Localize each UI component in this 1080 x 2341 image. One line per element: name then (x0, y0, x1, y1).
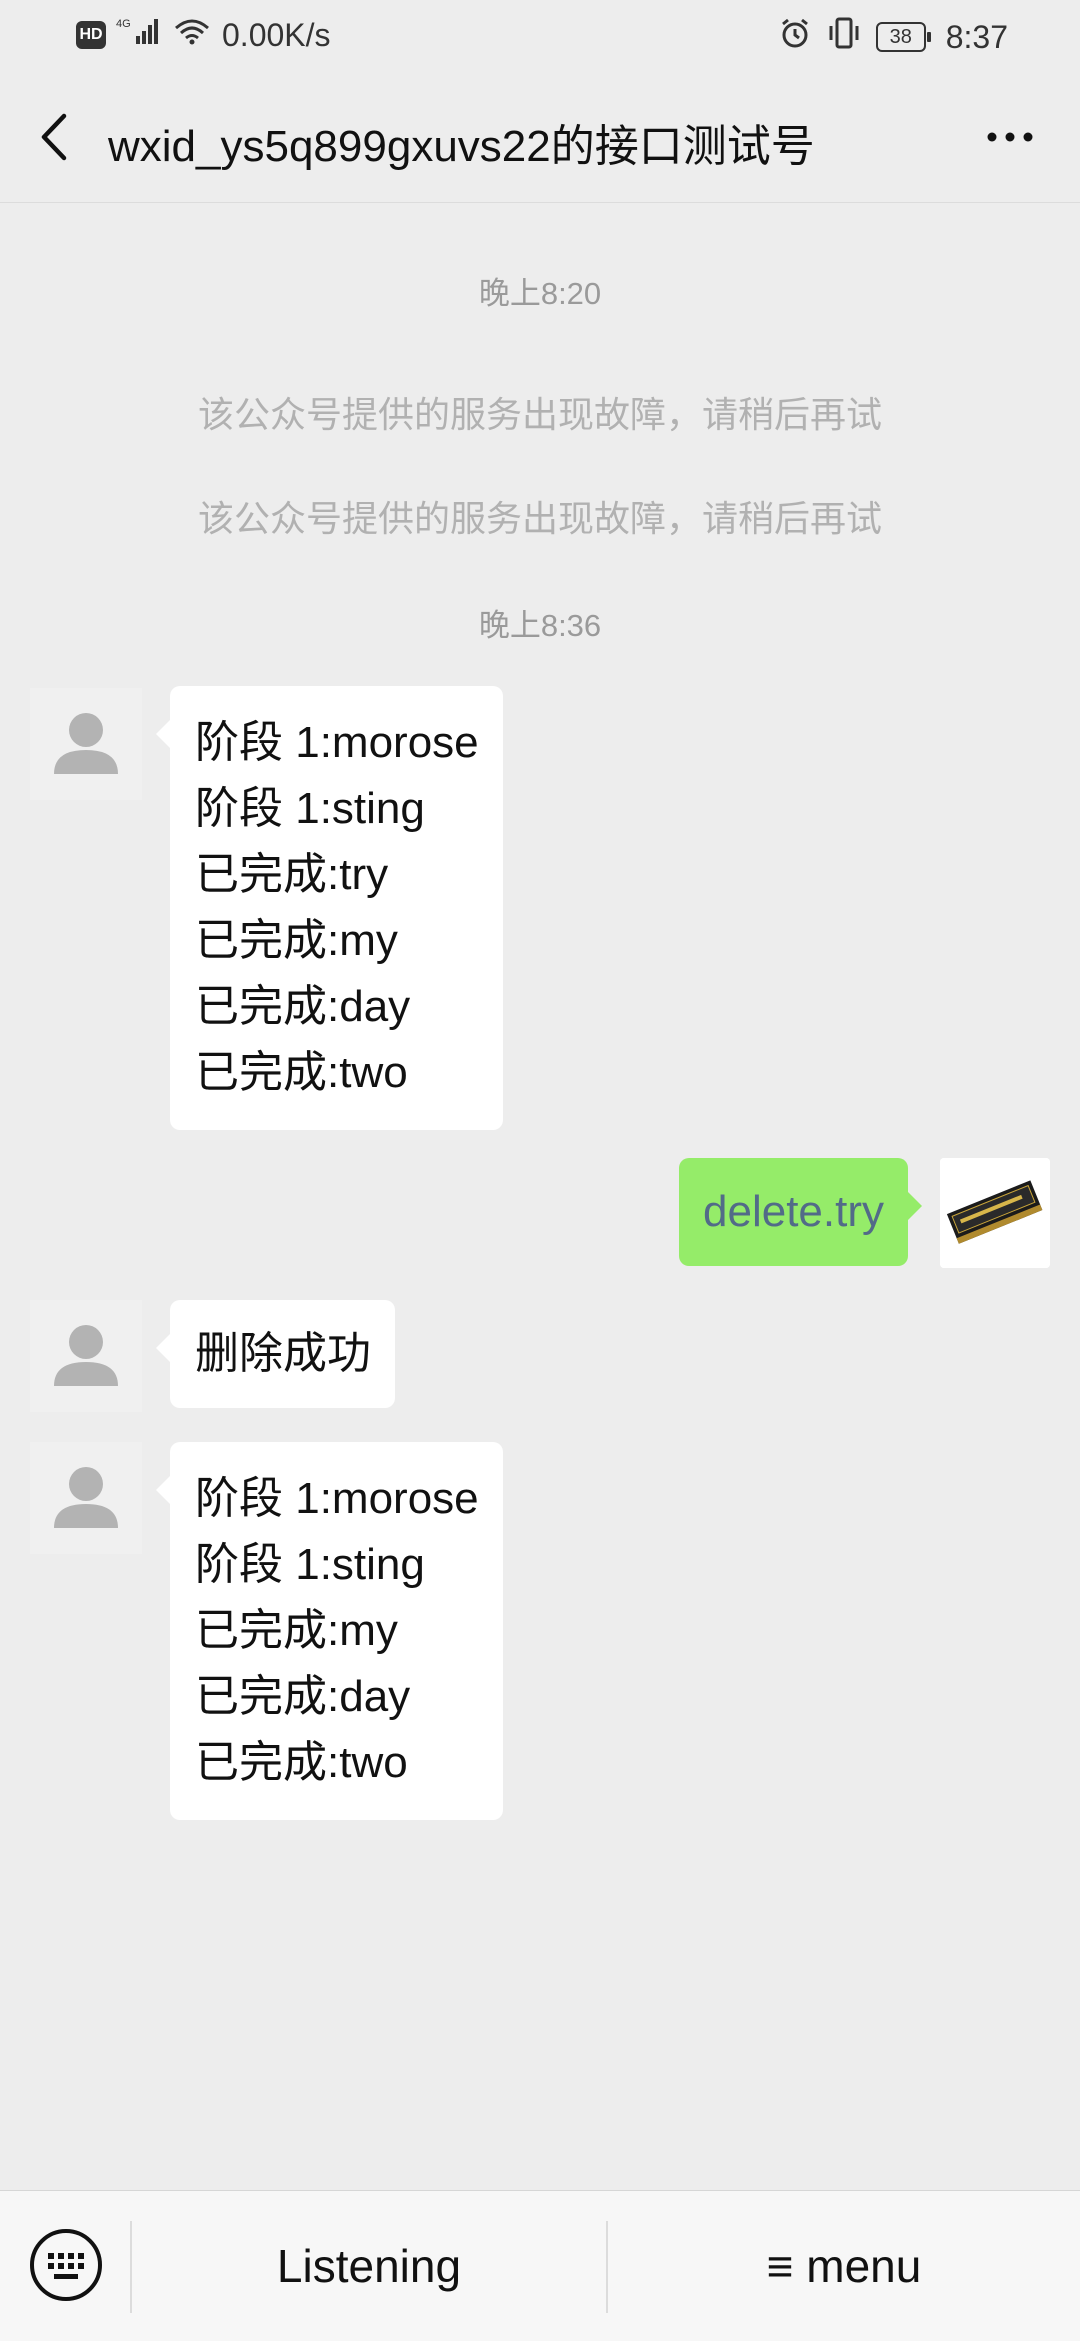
system-message: 该公众号提供的服务出现故障，请稍后再试 (197, 498, 882, 539)
message-line: 已完成:try (195, 850, 389, 899)
chevron-left-icon (41, 113, 67, 161)
status-bar: HD 4G 0.00K/s 38 8:37 (0, 0, 1080, 72)
page-title: wxid_ys5q899gxuvs22的接口测试号 (108, 122, 815, 171)
keyboard-toggle-button[interactable] (28, 2227, 104, 2303)
message-line: 已完成:my (195, 1606, 398, 1655)
message-line: 阶段 1:sting (195, 1540, 425, 1589)
default-avatar-icon (54, 1325, 118, 1386)
message-bubble[interactable]: 删除成功 (156, 1300, 395, 1408)
message-line: 已完成:two (195, 1048, 408, 1097)
message-line: 删除成功 (195, 1329, 371, 1378)
menu-item-listening[interactable]: Listening (132, 2191, 606, 2341)
back-button[interactable] (22, 102, 92, 172)
my-message-bubble[interactable]: delete.try (679, 1158, 922, 1266)
timestamp: 晚上8:20 (478, 276, 602, 311)
default-avatar-icon (54, 713, 118, 774)
message-line: 已完成:day (195, 1672, 411, 1721)
message-line: 阶段 1:sting (195, 784, 425, 833)
chat-header: wxid_ys5q899gxuvs22的接口测试号 (0, 72, 1080, 203)
system-message: 该公众号提供的服务出现故障，请稍后再试 (197, 394, 882, 435)
more-dots-icon (987, 132, 1033, 142)
status-right: 38 8:37 (778, 16, 1008, 58)
timestamp: 晚上8:36 (478, 608, 602, 643)
avatar[interactable] (30, 1442, 142, 1554)
avatar[interactable] (30, 1300, 142, 1412)
message-text: delete.try (703, 1187, 884, 1236)
message-line: 阶段 1:morose (195, 1474, 479, 1523)
message-bubble[interactable]: 阶段 1:morose 阶段 1:sting 已完成:my 已完成:day 已完… (156, 1442, 503, 1820)
avatar[interactable] (30, 688, 142, 800)
vibrate-icon (826, 16, 862, 58)
alarm-icon (778, 16, 812, 58)
keyboard-icon (30, 2229, 102, 2301)
message-line: 已完成:two (195, 1738, 408, 1787)
memory-module-avatar-icon (940, 1158, 1050, 1268)
signal-icon: 4G (116, 16, 162, 54)
hd-icon: HD (76, 21, 106, 49)
message-line: 已完成:my (195, 916, 398, 965)
battery-icon: 38 (875, 22, 931, 52)
status-left: HD 4G 0.00K/s (76, 16, 331, 54)
more-button[interactable] (962, 102, 1058, 172)
message-line: 阶段 1:morose (195, 718, 479, 767)
my-avatar[interactable] (940, 1158, 1050, 1268)
network-speed: 0.00K/s (222, 16, 331, 53)
default-avatar-icon (54, 1467, 118, 1528)
menu-item-menu[interactable]: ≡ menu (608, 2191, 1080, 2341)
bottom-menu-bar: Listening ≡ menu (0, 2190, 1080, 2341)
clock: 8:37 (945, 18, 1008, 55)
message-bubble[interactable]: 阶段 1:morose 阶段 1:sting 已完成:try 已完成:my 已完… (156, 686, 503, 1130)
message-line: 已完成:day (195, 982, 411, 1031)
wifi-icon (172, 16, 212, 54)
network-type-label: 4G (116, 18, 131, 30)
